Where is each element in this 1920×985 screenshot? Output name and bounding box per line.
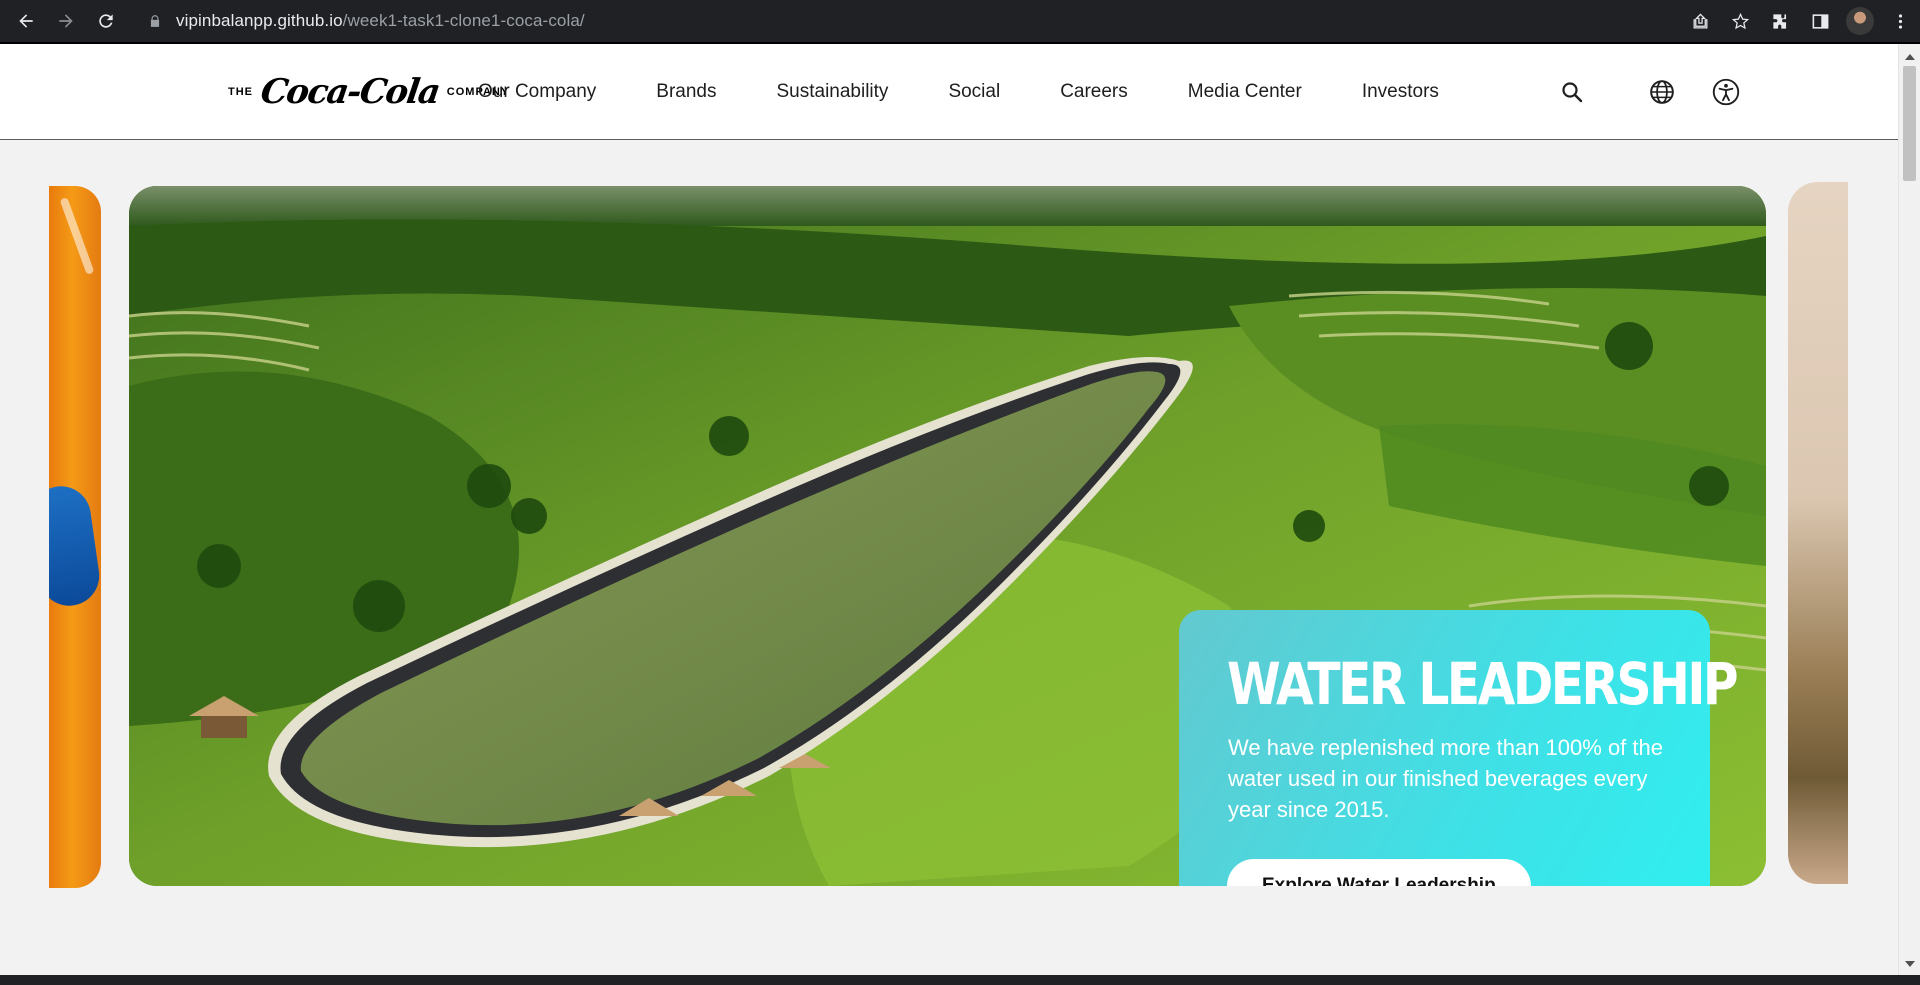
forward-icon[interactable] xyxy=(50,5,82,37)
hero-slide: WATER LEADERSHIP We have replenished mor… xyxy=(129,186,1766,886)
logo-the: THE xyxy=(228,86,253,98)
card-title: WATER LEADERSHIP xyxy=(1227,650,1739,718)
nav-media-center[interactable]: Media Center xyxy=(1188,81,1302,103)
carousel-next-slide[interactable] xyxy=(1788,182,1848,884)
explore-water-leadership-button[interactable]: Explore Water Leadership xyxy=(1227,859,1531,886)
side-panel-icon[interactable] xyxy=(1804,5,1836,37)
address-bar[interactable]: vipinbalanpp.github.io/week1-task1-clone… xyxy=(134,4,1704,38)
globe-icon[interactable] xyxy=(1646,76,1678,108)
scrollbar-thumb[interactable] xyxy=(1903,66,1916,181)
lock-icon xyxy=(150,15,160,27)
water-leadership-card: WATER LEADERSHIP We have replenished mor… xyxy=(1179,610,1739,886)
search-icon[interactable] xyxy=(1556,76,1588,108)
nav-brands[interactable]: Brands xyxy=(656,81,716,103)
card-description: We have replenished more than 100% of th… xyxy=(1228,735,1663,822)
scroll-down-arrow-icon[interactable] xyxy=(1905,961,1915,967)
carousel-prev-slide[interactable] xyxy=(49,186,101,888)
scroll-up-arrow-icon[interactable] xyxy=(1905,54,1915,60)
site-header: THE Coca-Cola COMPANY Our Company Brands… xyxy=(0,44,1898,140)
nav-our-company[interactable]: Our Company xyxy=(478,81,596,103)
nav-investors[interactable]: Investors xyxy=(1362,81,1439,103)
logo-script: Coca-Cola xyxy=(258,72,442,112)
taskbar-strip xyxy=(0,975,1920,985)
extensions-icon[interactable] xyxy=(1764,5,1796,37)
nav-social[interactable]: Social xyxy=(948,81,1000,103)
accessibility-icon[interactable] xyxy=(1710,76,1742,108)
page-scrollbar[interactable] xyxy=(1898,44,1920,975)
url-host: vipinbalanpp.github.io xyxy=(176,11,343,30)
menu-kebab-icon[interactable] xyxy=(1884,5,1916,37)
profile-avatar[interactable] xyxy=(1846,7,1874,35)
share-icon[interactable] xyxy=(1684,5,1716,37)
back-icon[interactable] xyxy=(10,5,42,37)
nav-careers[interactable]: Careers xyxy=(1060,81,1128,103)
nav-sustainability[interactable]: Sustainability xyxy=(776,81,888,103)
url-path: /week1-task1-clone1-coca-cola/ xyxy=(342,11,585,30)
reload-icon[interactable] xyxy=(90,5,122,37)
bottle-label-image xyxy=(49,482,101,610)
company-logo[interactable]: THE Coca-Cola COMPANY xyxy=(228,72,509,112)
bookmark-star-icon[interactable] xyxy=(1724,5,1756,37)
main-nav: Our Company Brands Sustainability Social… xyxy=(478,44,1439,140)
browser-toolbar: vipinbalanpp.github.io/week1-task1-clone… xyxy=(0,0,1920,42)
